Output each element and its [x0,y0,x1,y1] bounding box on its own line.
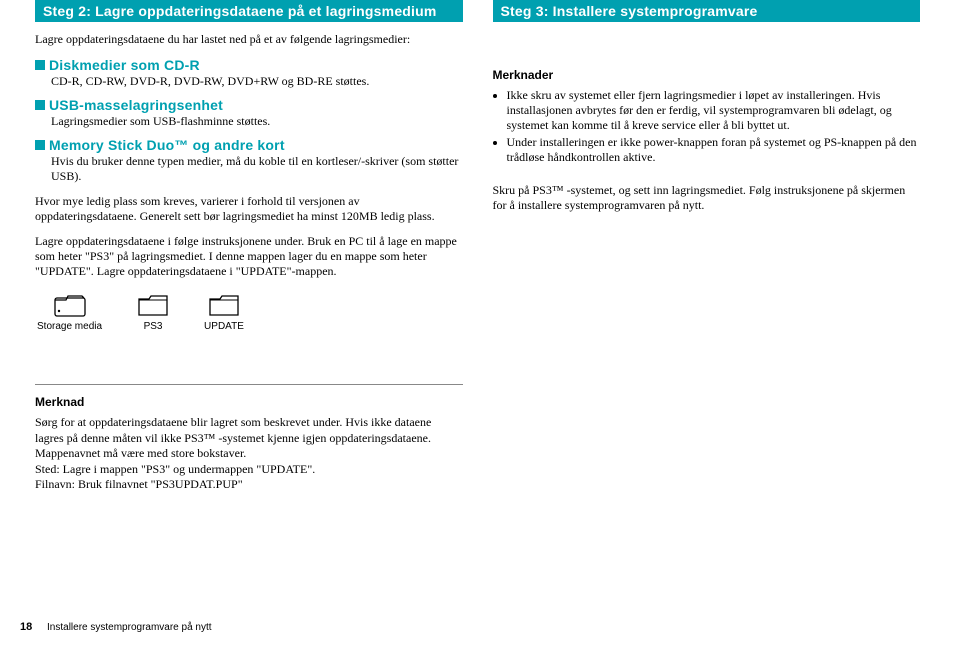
folder-ps3: PS3 [137,293,169,332]
divider [35,384,463,385]
item-head-label: Memory Stick Duo™ og andre kort [49,137,285,153]
instructions-paragraph: Lagre oppdateringsdataene i følge instru… [35,234,463,279]
folder-label: Storage media [37,321,102,332]
storage-media-icon [54,293,86,317]
folder-icon [208,293,240,317]
merknad-line-filnavn: Filnavn: Bruk filnavnet "PS3UPDAT.PUP" [35,477,463,493]
merknader-list: Ikke skru av systemet eller fjern lagrin… [493,88,921,165]
folder-diagram: Storage media PS3 UPDATE [37,293,463,332]
merknad-body: Sørg for at oppdateringsdataene blir lag… [35,415,463,462]
step2-intro: Lagre oppdateringsdataene du har lastet … [35,32,463,47]
space-paragraph: Hvor mye ledig plass som kreves, variere… [35,194,463,224]
list-item: Ikke skru av systemet eller fjern lagrin… [507,88,921,133]
merknad-heading: Merknad [35,395,463,409]
page-number: 18 [20,621,32,633]
folder-icon [137,293,169,317]
list-item: Under installeringen er ikke power-knapp… [507,135,921,165]
square-bullet-icon [35,100,45,110]
item-desc-ms: Hvis du bruker denne typen medier, må du… [51,154,463,184]
item-head-label: Diskmedier som CD-R [49,57,200,73]
item-head-label: USB-masselagringsenhet [49,97,223,113]
item-desc-disk: CD-R, CD-RW, DVD-R, DVD-RW, DVD+RW og BD… [51,74,463,89]
item-desc-usb: Lagringsmedier som USB-flashminne støtte… [51,114,463,129]
folder-storage: Storage media [37,293,102,332]
merknad-line-sted: Sted: Lagre i mappen "PS3" og undermappe… [35,462,463,478]
footer-title: Installere systemprogramvare på nytt [47,622,212,633]
square-bullet-icon [35,60,45,70]
item-head-usb: USB-masselagringsenhet [35,97,463,113]
folder-label: PS3 [144,321,163,332]
item-head-disk: Diskmedier som CD-R [35,57,463,73]
step3-header: Steg 3: Installere systemprogramvare [493,0,921,22]
step3-paragraph: Skru på PS3™ -systemet, og sett inn lagr… [493,183,921,213]
step2-header: Steg 2: Lagre oppdateringsdataene på et … [35,0,463,22]
square-bullet-icon [35,140,45,150]
item-head-ms: Memory Stick Duo™ og andre kort [35,137,463,153]
merknader-heading: Merknader [493,68,921,82]
folder-update: UPDATE [204,293,244,332]
folder-label: UPDATE [204,321,244,332]
page-footer: 18 Installere systemprogramvare på nytt [20,621,212,633]
